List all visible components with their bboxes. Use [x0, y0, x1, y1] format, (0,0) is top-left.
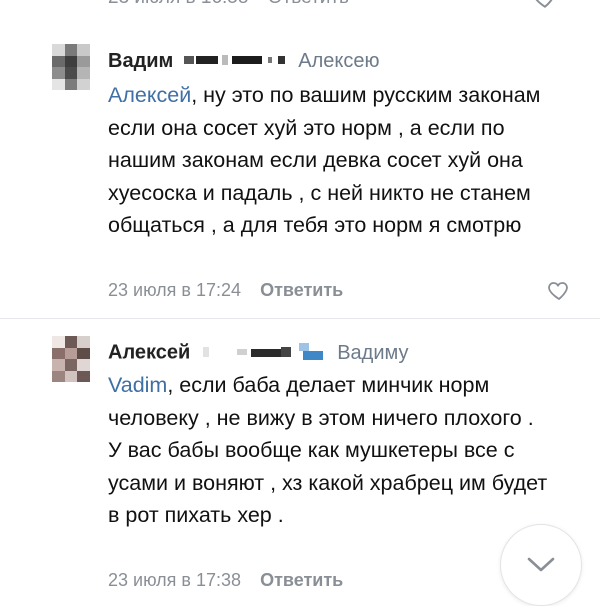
- comment-meta: 23 июля в 17:24 Ответить: [108, 280, 343, 301]
- comment-header: Алексей Вадиму: [108, 341, 408, 368]
- reply-button[interactable]: Ответить: [268, 0, 349, 8]
- comment-date: 23 июля в 17:38: [108, 570, 242, 590]
- comment-meta-top: 23 июля в 16:58 Ответить: [108, 0, 349, 9]
- comment-body: , если баба делает минчик норм человеку …: [108, 373, 548, 527]
- comment-date: 23 июля в 17:24: [108, 280, 242, 300]
- reply-to-name[interactable]: Вадиму: [337, 342, 408, 364]
- comment-meta: 23 июля в 17:38 Ответить: [108, 570, 343, 591]
- avatar[interactable]: [52, 336, 90, 382]
- comment-text: Vadim, если баба делает минчик норм чело…: [108, 369, 548, 532]
- heart-outline-icon[interactable]: [532, 0, 558, 10]
- reply-button[interactable]: Ответить: [260, 280, 343, 300]
- reply-button[interactable]: Ответить: [260, 570, 343, 590]
- censored-surname: [201, 341, 325, 368]
- author-name[interactable]: Вадим: [108, 50, 173, 72]
- chevron-down-icon: [527, 557, 555, 572]
- comment-text: Алексей, ну это по вашим русским законам…: [108, 79, 548, 242]
- comment-divider: [0, 318, 600, 319]
- scroll-down-button[interactable]: [500, 524, 582, 606]
- mention-link[interactable]: Алексей: [108, 83, 191, 107]
- censored-surname: [183, 53, 286, 72]
- avatar[interactable]: [52, 44, 90, 90]
- comment-date: 23 июля в 16:58: [108, 0, 248, 8]
- reply-to-name[interactable]: Алексею: [298, 50, 379, 72]
- mention-link[interactable]: Vadim: [108, 373, 167, 397]
- heart-outline-icon[interactable]: [547, 279, 571, 301]
- comment-header: Вадим Алексею: [108, 50, 380, 73]
- author-name[interactable]: Алексей: [108, 342, 190, 364]
